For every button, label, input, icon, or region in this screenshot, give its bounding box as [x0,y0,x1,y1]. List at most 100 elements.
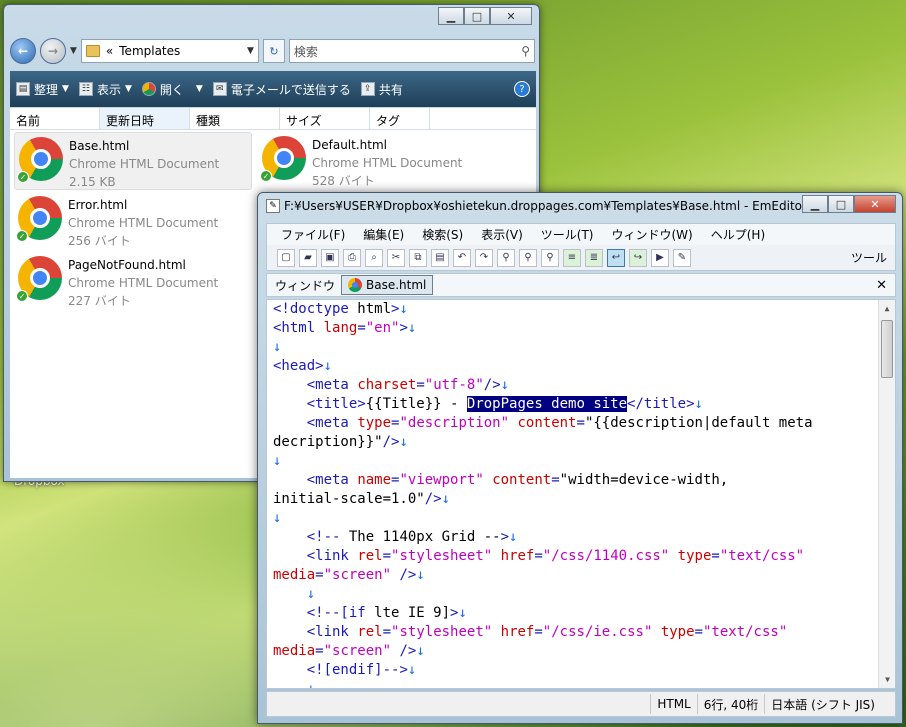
wrap-none-icon[interactable]: ≡ [563,248,581,267]
search-icon: ⚲ [521,44,530,58]
customize-icon[interactable]: ✎ [673,248,691,267]
emeditor-window: ✎ F:¥Users¥USER¥Dropbox¥oshietekun.dropp… [257,192,903,724]
redo-icon[interactable]: ↷ [475,248,493,267]
print-preview-icon[interactable]: ⌕ [365,248,383,267]
menu-view[interactable]: 表示(V) [481,226,523,243]
file-type: Chrome HTML Document [68,276,219,290]
find-icon[interactable]: ⚲ [497,248,515,267]
paste-icon[interactable]: ▤ [431,248,449,267]
column-type[interactable]: 種類 [190,108,280,129]
status-encoding[interactable]: 日本語 (シフト JIS) [764,694,895,714]
file-tile[interactable]: ✓ PageNotFound.html Chrome HTML Document 2… [14,252,252,310]
column-name[interactable]: 名前 [10,108,100,129]
menu-help[interactable]: ヘルプ(H) [711,226,765,243]
find-next-icon[interactable]: ⚲ [519,248,537,267]
maximize-button[interactable]: □ [828,195,854,213]
share-button[interactable]: ⇪ 共有 [360,81,403,98]
column-header: 名前 更新日時 種類 サイズ タグ [10,108,536,130]
file-size: 256 バイト [68,234,131,248]
views-button[interactable]: ☷ 表示 ▼ [78,81,132,98]
wrap-window-icon[interactable]: ≣ [585,248,603,267]
column-size[interactable]: サイズ [280,108,370,129]
save-icon[interactable]: ▣ [321,248,339,267]
address-dropdown-icon[interactable]: ▼ [247,46,254,56]
code-line: <!--[if lte IE 9]>↓ [306,605,467,621]
wrap-page-icon[interactable]: ↩ [607,248,625,267]
close-button[interactable]: ✕ [490,7,532,25]
minimize-button[interactable]: ▁ [802,195,828,213]
help-icon[interactable]: ? [514,81,530,97]
chrome-small-icon [141,82,156,96]
emeditor-window-controls: ▁ □ ✕ [802,195,896,213]
close-button[interactable]: ✕ [854,195,896,213]
scroll-thumb[interactable] [881,320,893,378]
refresh-button[interactable]: ↻ [262,39,285,63]
address-prefix: « [105,44,114,58]
sync-check-icon: ✓ [16,230,28,242]
menu-bar: ファイル(F) 編集(E) 検索(S) 表示(V) ツール(T) ウィンドウ(W… [266,223,896,245]
emeditor-title-bar: ✎ F:¥Users¥USER¥Dropbox¥oshietekun.dropp… [266,199,826,213]
scroll-up-icon[interactable]: ▲ [879,300,895,317]
find-prev-icon[interactable]: ⚲ [541,248,559,267]
menu-tools[interactable]: ツール(T) [541,226,594,243]
share-label: 共有 [378,82,403,97]
code-editor[interactable]: <!doctype html>↓ <html lang="en">↓ ↓ <head>… [266,299,896,689]
cut-icon[interactable]: ✂ [387,248,405,267]
code-line: ↓ [306,586,316,602]
code-line: <!-- The 1140px Grid -->↓ [306,529,518,545]
column-tag[interactable]: タグ [370,108,430,129]
macro-icon[interactable]: ▶ [651,248,669,267]
file-size: 528 バイト [312,174,375,188]
toolbar: ▢ ▰ ▣ ⎙ ⌕ ✂ ⧉ ▤ ↶ ↷ ⚲ ⚲ ⚲ ≡ ≣ ↩ ↪ ▶ ✎ ツー… [266,245,896,271]
address-row: ← → ▼ « Templates ▼ ↻ 検索 ⚲ [10,35,535,67]
forward-button[interactable]: → [40,38,66,64]
sync-check-icon: ✓ [260,170,272,182]
copy-icon[interactable]: ⧉ [409,248,427,267]
undo-icon[interactable]: ↶ [453,248,471,267]
share-icon: ⇪ [360,82,375,96]
organize-label: 整理 [34,82,59,97]
column-modified[interactable]: 更新日時 [100,108,190,129]
back-button[interactable]: ← [10,38,36,64]
wrap-char-icon[interactable]: ↪ [629,248,647,267]
menu-edit[interactable]: 編集(E) [363,226,404,243]
file-type: Chrome HTML Document [69,157,220,171]
menu-file[interactable]: ファイル(F) [281,226,345,243]
window-label: ウィンドウ [275,278,336,293]
code-line: <meta charset="utf-8"/>↓ [306,377,510,393]
code-line: <meta type="description" content="{{desc… [306,415,813,431]
file-tile[interactable]: ✓ Default.html Chrome HTML Document 528 バイ… [258,132,496,190]
organize-button[interactable]: ▤ 整理 ▼ [16,81,69,98]
tab-base-html[interactable]: Base.html [341,275,434,295]
file-type: Chrome HTML Document [312,156,463,170]
menu-window[interactable]: ウィンドウ(W) [612,226,693,243]
tools-toolbar-label[interactable]: ツール [851,249,895,266]
menu-search[interactable]: 検索(S) [422,226,463,243]
code-line: media="screen" />↓ [273,567,425,583]
email-button[interactable]: ✉ 電子メールで送信する [212,81,351,98]
email-label: 電子メールで送信する [230,82,351,97]
print-icon[interactable]: ⎙ [343,248,361,267]
file-tile[interactable]: ✓ Base.html Chrome HTML Document 2.15 KB [14,132,252,190]
open-folder-icon[interactable]: ▰ [299,248,317,267]
file-tile[interactable]: ✓ Error.html Chrome HTML Document 256 バイト [14,192,252,250]
close-tab-icon[interactable]: ✕ [876,278,887,293]
new-file-icon[interactable]: ▢ [277,248,295,267]
open-button[interactable]: 開く ▼ [141,81,203,98]
address-bar[interactable]: « Templates ▼ [80,39,259,63]
vertical-scrollbar[interactable]: ▲ ▼ [878,300,895,688]
chrome-icon: ✓ [260,136,306,182]
status-position: 6行, 40桁 [696,694,765,714]
scroll-down-icon[interactable]: ▼ [879,671,895,688]
minimize-button[interactable]: ▁ [438,7,464,25]
history-dropdown-icon[interactable]: ▼ [70,46,77,56]
tab-bar: ウィンドウ Base.html ✕ [266,273,896,297]
maximize-button[interactable]: □ [464,7,490,25]
organize-dropdown-icon: ▼ [62,84,69,94]
code-line: <meta name="viewport" content="width=dev… [306,472,729,488]
chrome-tab-icon [348,278,363,292]
search-input[interactable]: 検索 ⚲ [288,39,535,63]
folder-icon [85,45,100,57]
notepad-icon: ✎ [266,199,280,213]
code-line: <link rel="stylesheet" href="/css/1140.c… [306,548,805,564]
